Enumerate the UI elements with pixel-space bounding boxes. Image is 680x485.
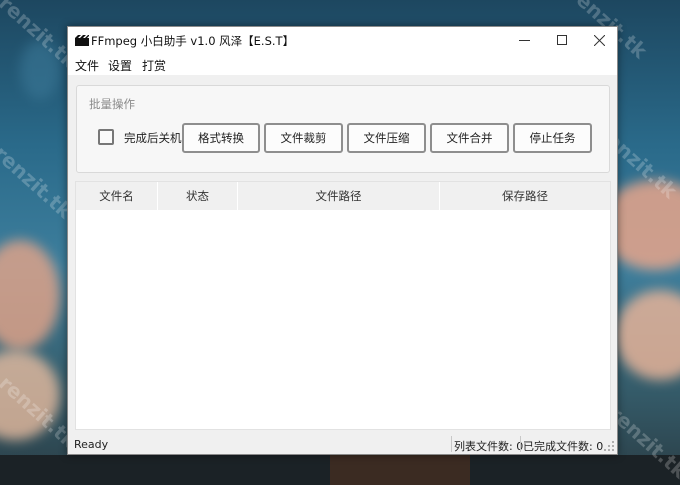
menu-bar: 文件 设置 打赏 — [68, 53, 617, 75]
menu-settings[interactable]: 设置 — [108, 57, 132, 74]
minimize-button[interactable] — [505, 27, 543, 53]
close-icon — [593, 34, 605, 46]
stop-task-button[interactable]: 停止任务 — [513, 123, 592, 153]
file-compress-button[interactable]: 文件压缩 — [347, 123, 426, 153]
window-title: FFmpeg 小白助手 v1.0 风泽【E.S.T】 — [91, 34, 295, 48]
status-text: Ready — [74, 438, 109, 451]
file-table[interactable]: 文件名 状态 文件路径 保存路径 — [75, 181, 611, 430]
close-button[interactable] — [580, 27, 618, 53]
column-header-file-path[interactable]: 文件路径 — [238, 182, 440, 210]
group-title: 批量操作 — [89, 97, 135, 111]
maximize-button[interactable] — [543, 27, 581, 53]
resize-grip-icon[interactable] — [603, 440, 615, 452]
watermark: renzit.tk — [0, 140, 77, 224]
status-divider — [520, 436, 521, 452]
title-bar[interactable]: FFmpeg 小白助手 v1.0 风泽【E.S.T】 — [68, 27, 617, 53]
film-slate-icon — [75, 35, 89, 46]
column-header-status[interactable]: 状态 — [158, 182, 238, 210]
table-header: 文件名 状态 文件路径 保存路径 — [76, 182, 610, 210]
status-bar: Ready 列表文件数: 0 已完成文件数: 0 — [68, 434, 617, 454]
list-file-count: 列表文件数: 0 — [454, 440, 524, 453]
app-window: FFmpeg 小白助手 v1.0 风泽【E.S.T】 文件 设置 打赏 批量操作… — [67, 26, 618, 455]
status-divider — [451, 436, 452, 452]
file-trim-button[interactable]: 文件裁剪 — [264, 123, 343, 153]
menu-donate[interactable]: 打赏 — [142, 57, 166, 74]
background-cloud — [615, 290, 680, 380]
batch-operations-group: 批量操作 完成后关机 格式转换 文件裁剪 文件压缩 文件合并 停止任务 — [76, 85, 610, 173]
file-merge-button[interactable]: 文件合并 — [430, 123, 509, 153]
completed-file-count: 已完成文件数: 0 — [523, 440, 604, 453]
background-ground — [0, 455, 680, 485]
shutdown-checkbox-label[interactable]: 完成后关机 — [124, 130, 182, 146]
column-header-filename[interactable]: 文件名 — [76, 182, 158, 210]
menu-file[interactable]: 文件 — [75, 57, 99, 74]
column-header-save-path[interactable]: 保存路径 — [440, 182, 610, 210]
maximize-icon — [557, 35, 567, 45]
background-cloud — [0, 240, 60, 350]
shutdown-checkbox[interactable] — [98, 129, 114, 145]
format-convert-button[interactable]: 格式转换 — [182, 123, 260, 153]
minimize-icon — [518, 39, 530, 41]
